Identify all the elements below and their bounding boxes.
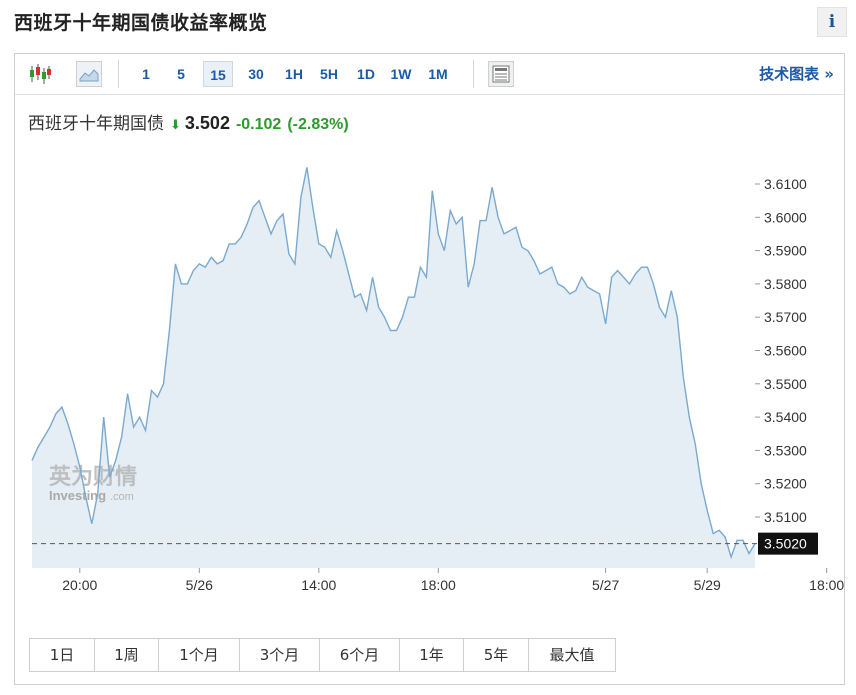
range-button[interactable]: 最大值 (529, 639, 615, 671)
watermark-logo-cn: 英为财情 (49, 464, 137, 490)
range-button[interactable]: 1年 (400, 639, 464, 671)
yield-chart[interactable]: 英为财情Investing .com3.61003.60003.59003.580… (15, 54, 844, 634)
x-tick-label: 5/27 (592, 577, 619, 593)
series-area (32, 167, 755, 569)
last-value-label: 3.5020 (764, 536, 807, 552)
range-button[interactable]: 6个月 (320, 639, 400, 671)
x-tick-label: 14:00 (301, 577, 336, 593)
y-tick-label: 3.5700 (764, 309, 807, 325)
page-title: 西班牙十年期国债收益率概览 (14, 12, 268, 34)
range-button[interactable]: 1个月 (159, 639, 240, 671)
y-tick-label: 3.5200 (764, 476, 807, 492)
range-button[interactable]: 1周 (95, 639, 159, 671)
chart-panel: 1 5 15 30 1H 5H 1D 1W 1M 技术图表 » 西班牙十年期国债 ⬇ 3.502 -0… (14, 53, 845, 685)
y-tick-label: 3.5100 (764, 509, 807, 525)
info-button[interactable]: i (817, 7, 847, 37)
y-tick-label: 3.6000 (764, 209, 807, 225)
watermark-logo-suffix: .com (110, 491, 134, 503)
y-tick-label: 3.5500 (764, 376, 807, 392)
x-tick-label: 5/29 (694, 577, 721, 593)
x-tick-label: 5/26 (186, 577, 213, 593)
range-button[interactable]: 1日 (30, 639, 95, 671)
x-tick-label: 20:00 (62, 577, 97, 593)
y-tick-label: 3.5400 (764, 409, 807, 425)
x-tick-label: 18:00 (421, 577, 456, 593)
range-button[interactable]: 5年 (464, 639, 529, 671)
range-button[interactable]: 3个月 (240, 639, 320, 671)
range-selector: 1日 1周 1个月 3个月 6个月 1年 5年 最大值 (29, 638, 616, 672)
y-tick-label: 3.5900 (764, 243, 807, 259)
x-tick-label: 18:00 (809, 577, 844, 593)
y-tick-label: 3.5600 (764, 343, 807, 359)
y-tick-label: 3.6100 (764, 176, 807, 192)
y-tick-label: 3.5800 (764, 276, 807, 292)
y-tick-label: 3.5300 (764, 442, 807, 458)
